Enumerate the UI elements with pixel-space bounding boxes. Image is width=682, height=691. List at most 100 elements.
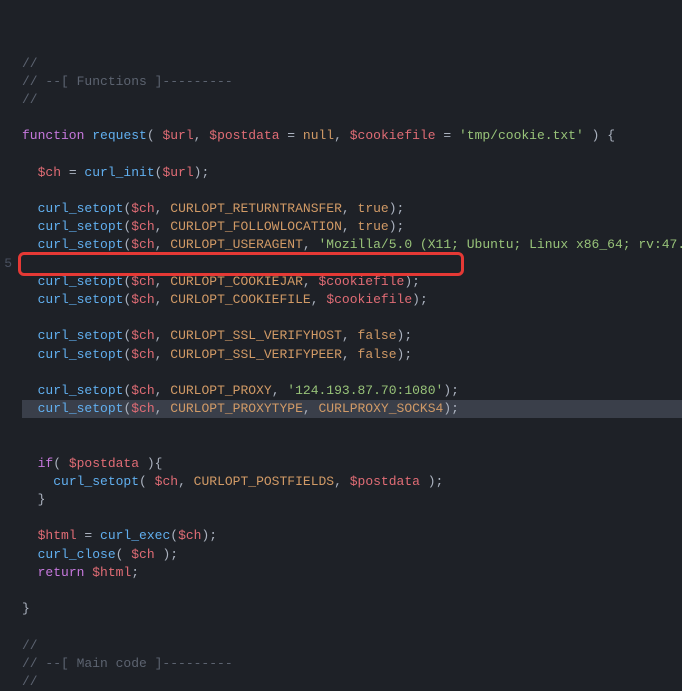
code-token: ( (139, 474, 155, 489)
code-line[interactable]: // (22, 55, 682, 73)
line-number (0, 18, 12, 36)
code-token: , (155, 237, 171, 252)
code-token (22, 165, 38, 180)
code-token: , (155, 292, 171, 307)
code-token: $postdata (69, 456, 139, 471)
code-line[interactable] (22, 109, 682, 127)
code-token: CURLOPT_USERAGENT (170, 237, 303, 252)
code-token: CURLPROXY_SOCKS4 (319, 401, 444, 416)
code-line[interactable] (22, 618, 682, 636)
line-number (0, 91, 12, 109)
line-number (0, 382, 12, 400)
line-number (0, 546, 12, 564)
code-token: request (92, 128, 147, 143)
code-token: $ch (131, 401, 154, 416)
code-token: CURLOPT_COOKIEFILE (170, 292, 310, 307)
code-editor: 5 //// --[ Functions ]---------// functi… (0, 0, 682, 539)
code-token: true (358, 219, 389, 234)
code-token: , (334, 128, 350, 143)
code-token: $url (162, 165, 193, 180)
code-token: , (342, 201, 358, 216)
code-line[interactable]: } (22, 600, 682, 618)
code-token: curl_setopt (38, 201, 124, 216)
code-token (22, 474, 53, 489)
code-token: curl_setopt (38, 292, 124, 307)
code-line[interactable] (22, 418, 682, 436)
code-line[interactable]: $html = curl_exec($ch); (22, 527, 682, 545)
code-line[interactable]: // --[ Main code ]--------- (22, 655, 682, 673)
code-line[interactable]: $ch = curl_init($url); (22, 164, 682, 182)
code-line[interactable] (22, 255, 682, 273)
code-token: , (194, 128, 210, 143)
code-line[interactable]: curl_setopt( $ch, CURLOPT_POSTFIELDS, $p… (22, 473, 682, 491)
code-token: ( (170, 528, 178, 543)
code-token (22, 565, 38, 580)
code-token: curl_setopt (38, 274, 124, 289)
code-token: curl_close (38, 547, 116, 562)
code-token: , (303, 274, 319, 289)
code-line[interactable]: function request( $url, $postdata = null… (22, 127, 682, 145)
code-token: ); (194, 165, 210, 180)
code-token: // (22, 56, 38, 71)
line-number (0, 164, 12, 182)
code-line[interactable] (22, 309, 682, 327)
code-line[interactable]: curl_setopt($ch, CURLOPT_PROXY, '124.193… (22, 382, 682, 400)
code-token: CURLOPT_FOLLOWLOCATION (170, 219, 342, 234)
code-line[interactable]: curl_setopt($ch, CURLOPT_SSL_VERIFYPEER,… (22, 346, 682, 364)
code-token: curl_setopt (38, 328, 124, 343)
code-line[interactable]: // (22, 637, 682, 655)
code-line[interactable]: curl_setopt($ch, CURLOPT_RETURNTRANSFER,… (22, 200, 682, 218)
code-token: null (303, 128, 334, 143)
code-token: , (342, 347, 358, 362)
code-line[interactable]: // --[ Functions ]--------- (22, 73, 682, 91)
code-token: false (358, 328, 397, 343)
code-token: , (342, 328, 358, 343)
code-line[interactable]: if( $postdata ){ (22, 455, 682, 473)
code-token: , (155, 401, 171, 416)
code-line[interactable] (22, 437, 682, 455)
code-line[interactable]: } (22, 491, 682, 509)
code-token: $ch (131, 201, 154, 216)
code-token: } (22, 492, 45, 507)
code-line[interactable]: curl_setopt($ch, CURLOPT_FOLLOWLOCATION,… (22, 218, 682, 236)
code-token: curl_setopt (38, 347, 124, 362)
code-token: , (303, 401, 319, 416)
code-line[interactable] (22, 364, 682, 382)
code-token: return (38, 565, 85, 580)
code-token: , (155, 201, 171, 216)
code-token (22, 328, 38, 343)
code-line[interactable]: curl_close( $ch ); (22, 546, 682, 564)
code-area[interactable]: //// --[ Functions ]---------// function… (18, 0, 682, 539)
code-token: $ch (131, 237, 154, 252)
code-token: = (61, 165, 84, 180)
code-line[interactable] (22, 582, 682, 600)
code-line[interactable] (22, 146, 682, 164)
code-line[interactable] (22, 182, 682, 200)
code-token: $url (162, 128, 193, 143)
code-token: true (358, 201, 389, 216)
line-number (0, 200, 12, 218)
code-token: $cookiefile (319, 274, 405, 289)
code-line[interactable]: curl_setopt($ch, CURLOPT_SSL_VERIFYHOST,… (22, 327, 682, 345)
code-token: 'Mozilla/5.0 (X11; Ubuntu; Linux x86_64;… (319, 237, 682, 252)
code-token: $postdata (209, 128, 279, 143)
code-token: curl_setopt (53, 474, 139, 489)
code-token: CURLOPT_PROXY (170, 383, 271, 398)
code-token: // (22, 674, 38, 689)
code-line[interactable]: curl_setopt($ch, CURLOPT_COOKIEFILE, $co… (22, 291, 682, 309)
code-token: ); (412, 292, 428, 307)
code-line[interactable]: // (22, 673, 682, 691)
code-token: $cookiefile (326, 292, 412, 307)
code-line[interactable]: curl_setopt($ch, CURLOPT_USERAGENT, 'Moz… (22, 236, 682, 254)
code-token: $ch (131, 328, 154, 343)
code-line[interactable] (22, 509, 682, 527)
line-number (0, 236, 12, 254)
code-line[interactable]: // (22, 91, 682, 109)
code-line[interactable]: curl_setopt($ch, CURLOPT_PROXYTYPE, CURL… (22, 400, 682, 418)
code-line[interactable]: return $html; (22, 564, 682, 582)
code-token (22, 528, 38, 543)
line-number (0, 109, 12, 127)
code-line[interactable]: curl_setopt($ch, CURLOPT_COOKIEJAR, $coo… (22, 273, 682, 291)
code-token: , (178, 474, 194, 489)
line-number (0, 473, 12, 491)
